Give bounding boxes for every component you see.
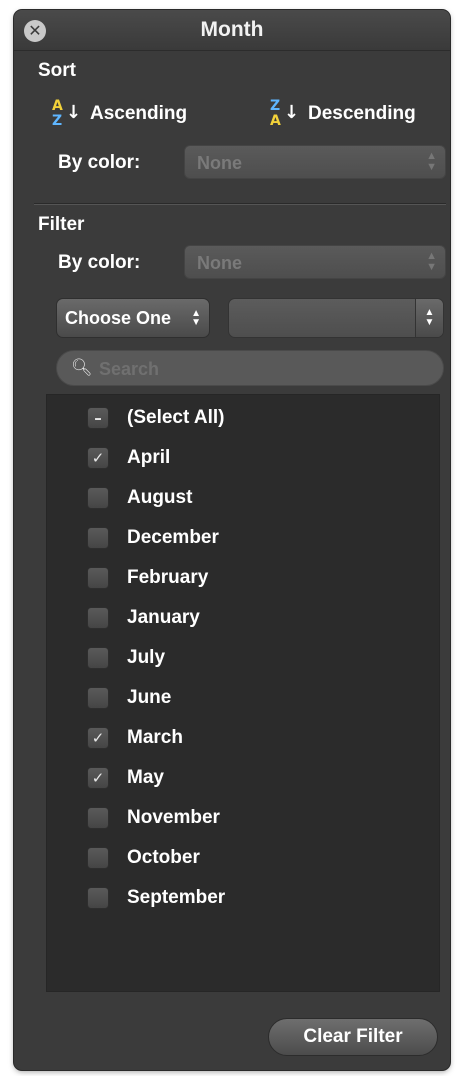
search-icon: 🔍︎ <box>71 358 93 377</box>
list-item-label: January <box>127 607 200 628</box>
checkbox[interactable] <box>87 807 109 829</box>
list-item-label: (Select All) <box>127 407 225 428</box>
sort-descending-label: Descending <box>308 103 416 124</box>
sort-section-title: Sort <box>38 60 76 81</box>
list-item[interactable]: January <box>87 603 200 633</box>
list-item-label: March <box>127 727 183 748</box>
checkbox[interactable] <box>87 527 109 549</box>
condition-select[interactable]: Choose One ▲ ▼ <box>56 298 210 338</box>
list-item[interactable]: October <box>87 843 200 873</box>
select-arrows-icon: ▲ ▼ <box>426 150 437 173</box>
list-item-label: July <box>127 647 166 668</box>
list-item-label: May <box>127 767 164 788</box>
panel-title: Month <box>200 18 264 41</box>
condition-select-label: Choose One <box>65 308 172 328</box>
filter-panel: ✕ Month Sort A Z ↓ Ascending Z A ↓ Desce… <box>14 10 450 1070</box>
list-item[interactable]: August <box>87 483 192 513</box>
list-item[interactable]: June <box>87 683 171 713</box>
filter-by-color-value: None <box>197 253 242 273</box>
filter-value-list[interactable]: – (Select All) ✓ April August December F… <box>46 394 440 992</box>
checkbox[interactable]: ✓ <box>87 447 109 469</box>
checkbox[interactable] <box>87 687 109 709</box>
section-divider <box>34 203 446 205</box>
sort-by-color-select[interactable]: None ▲ ▼ <box>184 145 446 179</box>
checkbox[interactable] <box>87 647 109 669</box>
select-arrows-icon: ▲ ▼ <box>426 250 437 273</box>
list-item[interactable]: ✓ March <box>87 723 183 753</box>
list-item[interactable]: ✓ May <box>87 763 164 793</box>
filter-by-color-label: By color: <box>58 252 141 273</box>
sort-by-color-label: By color: <box>58 152 141 173</box>
list-item-label: August <box>127 487 193 508</box>
list-item-label: February <box>127 567 209 588</box>
list-item[interactable]: ✓ April <box>87 443 170 473</box>
sort-ascending-label: Ascending <box>90 103 188 124</box>
search-input[interactable] <box>97 355 431 383</box>
list-item-label: December <box>127 527 219 548</box>
list-item-label: October <box>127 847 200 868</box>
title-bar: ✕ Month <box>14 10 450 51</box>
list-item-label: November <box>127 807 220 828</box>
list-item[interactable]: – (Select All) <box>87 403 225 433</box>
checkbox[interactable]: ✓ <box>87 727 109 749</box>
condition-value-select[interactable]: ▲ ▼ <box>228 298 444 338</box>
checkbox[interactable] <box>87 487 109 509</box>
checkbox[interactable] <box>87 847 109 869</box>
list-item-label: June <box>127 687 172 708</box>
search-field[interactable]: 🔍︎ <box>56 350 444 386</box>
list-item-label: April <box>127 447 171 468</box>
checkbox[interactable]: ✓ <box>87 767 109 789</box>
list-item[interactable]: November <box>87 803 220 833</box>
sort-descending-icon: Z A ↓ <box>270 98 300 129</box>
sort-ascending-icon: A Z ↓ <box>52 98 82 129</box>
list-item[interactable]: September <box>87 883 225 913</box>
checkbox[interactable] <box>87 887 109 909</box>
checkbox[interactable] <box>87 607 109 629</box>
filter-section-title: Filter <box>38 214 85 235</box>
value-stepper-icon[interactable]: ▲ ▼ <box>415 299 443 337</box>
list-item-label: September <box>127 887 226 908</box>
sort-descending-button[interactable]: Z A ↓ Descending <box>268 96 416 132</box>
filter-by-color-select[interactable]: None ▲ ▼ <box>184 245 446 279</box>
clear-filter-button[interactable]: Clear Filter <box>268 1018 438 1056</box>
list-item[interactable]: July <box>87 643 165 673</box>
sort-by-color-value: None <box>197 153 242 173</box>
list-item[interactable]: February <box>87 563 208 593</box>
list-item[interactable]: December <box>87 523 219 553</box>
checkbox[interactable]: – <box>87 407 109 429</box>
checkbox[interactable] <box>87 567 109 589</box>
sort-ascending-button[interactable]: A Z ↓ Ascending <box>50 96 187 132</box>
select-arrows-icon: ▲ ▼ <box>191 308 201 328</box>
